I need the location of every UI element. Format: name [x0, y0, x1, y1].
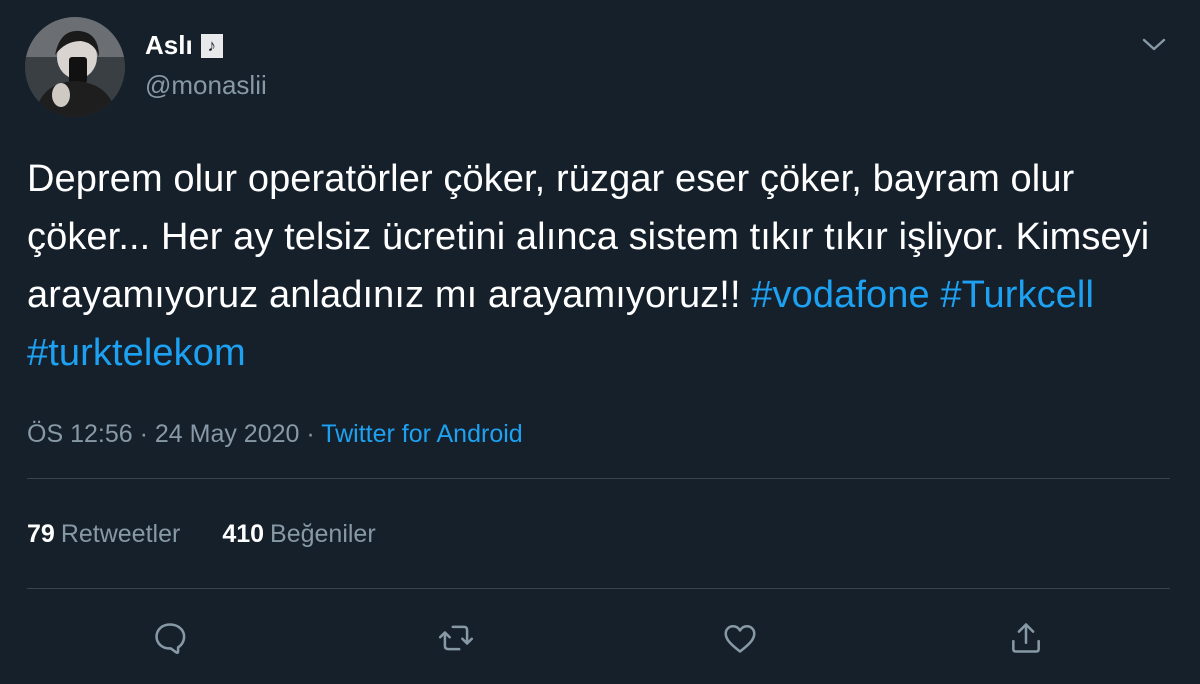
avatar-image: [25, 17, 125, 117]
meta-separator: ·: [139, 420, 148, 448]
tweet-date[interactable]: 24 May 2020: [155, 420, 300, 448]
likes-label: Beğeniler: [270, 520, 376, 548]
display-name[interactable]: Aslı ♪: [145, 30, 223, 61]
hashtag-turkcell[interactable]: #Turkcell: [940, 274, 1094, 316]
divider: [27, 478, 1170, 479]
music-note-icon: ♪: [200, 33, 223, 58]
tweet-stats: 79 Retweetler 410 Beğeniler: [27, 520, 376, 549]
display-name-text: Aslı: [145, 30, 193, 60]
retweet-icon[interactable]: [434, 616, 478, 660]
meta-separator: ·: [306, 420, 315, 448]
hashtag-vodafone[interactable]: #vodafone: [751, 274, 929, 316]
tweet-card: Aslı ♪ @monaslii Deprem olur operatörler…: [0, 0, 1200, 684]
likes-stat[interactable]: 410 Beğeniler: [222, 520, 375, 549]
action-bar: [0, 616, 1200, 660]
user-handle[interactable]: @monaslii: [145, 70, 267, 101]
avatar[interactable]: [25, 17, 125, 117]
retweets-stat[interactable]: 79 Retweetler: [27, 520, 180, 549]
retweets-count: 79: [27, 520, 55, 548]
tweet-source[interactable]: Twitter for Android: [321, 420, 522, 448]
tweet-time[interactable]: ÖS 12:56: [27, 420, 133, 448]
chevron-down-icon[interactable]: [1140, 33, 1168, 57]
divider: [27, 588, 1170, 589]
hashtag-turktelekom[interactable]: #turktelekom: [27, 332, 246, 374]
retweets-label: Retweetler: [60, 520, 181, 548]
reply-icon[interactable]: [148, 616, 192, 660]
tweet-text: Deprem olur operatörler çöker, rüzgar es…: [27, 150, 1167, 382]
tweet-meta: ÖS 12:56 · 24 May 2020 · Twitter for And…: [27, 420, 523, 449]
share-icon[interactable]: [1004, 616, 1048, 660]
heart-icon[interactable]: [718, 616, 762, 660]
likes-count: 410: [222, 520, 265, 548]
